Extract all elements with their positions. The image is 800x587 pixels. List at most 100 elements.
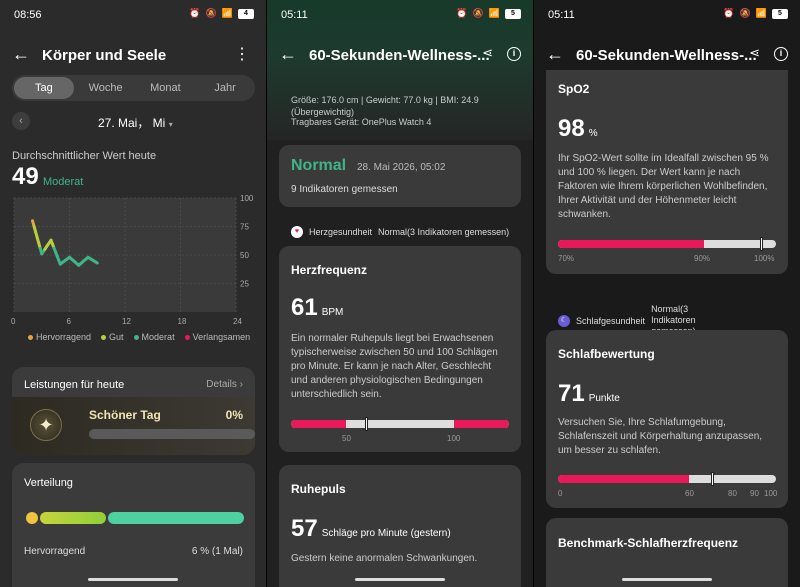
y-tick-label: 50 [240,251,249,260]
y-tick-label: 100 [240,194,254,203]
mute-icon: 🔕 [739,8,751,18]
tick-label: 90% [694,254,711,263]
spo2-description: Ihr SpO2-Wert sollte im Idealfall zwisch… [558,153,769,220]
status-time: 08:56 [14,9,42,21]
benchmark-title: Benchmark-Schlafherzfrequenz [558,536,739,550]
sleep-score-card[interactable]: Schlafbewertung 71 Punkte Versuchen Sie, … [546,330,788,508]
range-bar-marker [759,237,763,251]
resting-pulse-card[interactable]: Ruhepuls 57 Schläge pro Minute (gestern) … [279,465,521,587]
spo2-value: 98 [558,115,585,142]
dist-good-segment [40,512,106,524]
legend-item: Moderat [133,332,175,342]
legend-dot [28,335,33,341]
y-tick-label: 25 [240,280,249,289]
status-icons: ⏰ 🔕 📶 5 [723,8,788,19]
legend-label: Moderat [141,332,175,342]
average-tag: Moderat [43,176,84,188]
x-tick-label: 0 [11,317,16,326]
tab-day[interactable]: Tag [14,77,74,99]
wifi-icon: 📶 [755,8,767,18]
data-point [95,261,99,265]
back-arrow-icon[interactable]: ← [12,44,30,65]
heart-rate-ticks: 50 100 [291,434,509,444]
daily-line-chart: 100 75 50 25 0 6 12 18 24 [11,194,254,326]
legend-dot [101,335,107,341]
moon-icon: ☾ [558,314,570,327]
heart-rate-card[interactable]: Herzfrequenz 61 BPM Ein normaler Ruhepuls… [279,246,521,452]
resting-pulse-value-group: 57 Schläge pro Minute (gestern) [291,515,451,543]
legend-label: Verlangsamen [192,332,251,342]
back-arrow-icon[interactable]: ← [279,44,297,65]
mute-icon: 🔕 [472,8,484,18]
legend-dot [184,335,190,341]
sleep-score-value-group: 71 Punkte [558,380,620,408]
info-icon[interactable]: i [774,47,788,61]
sleep-score-unit: Punkte [588,393,620,404]
chart-legend: Hervorragend Gut Moderat Verlangsamen [28,332,250,342]
x-tick-label: 18 [178,317,187,326]
page-title: Körper und Seele [42,47,167,64]
status-bar: 08:56 ⏰ 🔕 📶 4 [0,0,266,30]
tab-year[interactable]: Jahr [195,75,255,101]
status-icons: ⏰ 🔕 📶 5 [456,8,521,19]
app-bar: ← 60-Sekunden-Wellness-... ⋖ i [267,40,533,70]
tick-label: 100 [764,489,778,498]
info-icon[interactable]: i [507,47,521,61]
alarm-icon: ⏰ [456,8,468,18]
x-tick-label: 24 [233,317,242,326]
x-tick-label: 12 [122,317,131,326]
battery-icon: 4 [238,8,254,19]
tick-label: 100% [754,254,775,263]
date-label: 27. Mai， Mi [98,116,166,130]
gesture-bar [355,578,445,581]
more-menu-icon[interactable]: ⋮ [234,44,250,64]
resting-pulse-value: 57 [291,515,318,542]
alarm-icon: ⏰ [723,8,735,18]
data-point [31,219,34,223]
date-selector[interactable]: 27. Mai， Mi ▾ [98,114,173,131]
share-icon[interactable]: ⋖ [482,45,493,61]
app-bar: ← 60-Sekunden-Wellness-... ⋖ i [534,40,800,70]
distribution-row: Hervorragend 6 % (1 Mal) [24,546,243,557]
tick-label: 70% [558,254,575,263]
overall-status: Normal [291,157,347,174]
period-tabs: Tag Woche Monat Jahr [12,75,255,101]
battery-icon: 5 [505,8,521,19]
tick-label: 90 [750,489,759,498]
spo2-card[interactable]: SpO2 98% Ihr SpO2-Wert sollte im Idealfa… [546,70,788,274]
tab-month[interactable]: Monat [136,75,196,101]
distribution-bar [26,512,244,524]
data-point [77,263,81,267]
details-label: Details [206,379,237,390]
heart-rate-description: Ein normaler Ruhepuls liegt bei Erwachse… [291,333,498,400]
legend-item: Hervorragend [28,332,91,342]
y-tick-label: 75 [240,223,249,232]
legend-label: Hervorragend [36,332,92,342]
panel-wellness-sleep: 05:11 ⏰ 🔕 📶 5 ← 60-Sekunden-Wellness-...… [534,0,800,587]
sleep-score-description: Versuchen Sie, Ihre Schlafumgebung, Schl… [558,417,763,456]
details-link[interactable]: Details › [206,379,243,390]
data-point [49,238,53,242]
achievement-name: Schöner Tag [89,408,161,422]
legend-label: Gut [109,332,124,342]
status-bar: 05:11 ⏰ 🔕 📶 5 [534,0,800,30]
legend-item: Gut [101,332,124,342]
section-sleep-label: Schlafgesundheit [576,315,646,326]
tab-week[interactable]: Woche [76,75,136,101]
overall-status-card: Normal 28. Mai 2026, 05:02 9 Indikatoren… [279,145,521,207]
benchmark-sleep-hr-card[interactable]: Benchmark-Schlafherzfrequenz [546,518,788,587]
body-metrics: Größe: 176.0 cm | Gewicht: 77.0 kg | BMI… [291,94,479,118]
heart-rate-value-group: 61 BPM [291,294,343,322]
data-point [58,262,62,266]
previous-day-button[interactable]: ‹ [12,112,30,130]
spo2-title: SpO2 [558,82,590,96]
wifi-icon: 📶 [221,8,233,18]
sleep-score-ticks: 0 60 80 90 100 [558,489,778,499]
sleep-score-title: Schlafbewertung [558,347,655,361]
panel-wellness-heart: Größe: 176.0 cm | Gewicht: 77.0 kg | BMI… [267,0,533,587]
back-arrow-icon[interactable]: ← [546,44,564,65]
range-bar-marker [711,472,715,486]
data-point [68,255,71,259]
legend-item: Verlangsamen [184,332,251,342]
share-icon[interactable]: ⋖ [749,45,760,61]
